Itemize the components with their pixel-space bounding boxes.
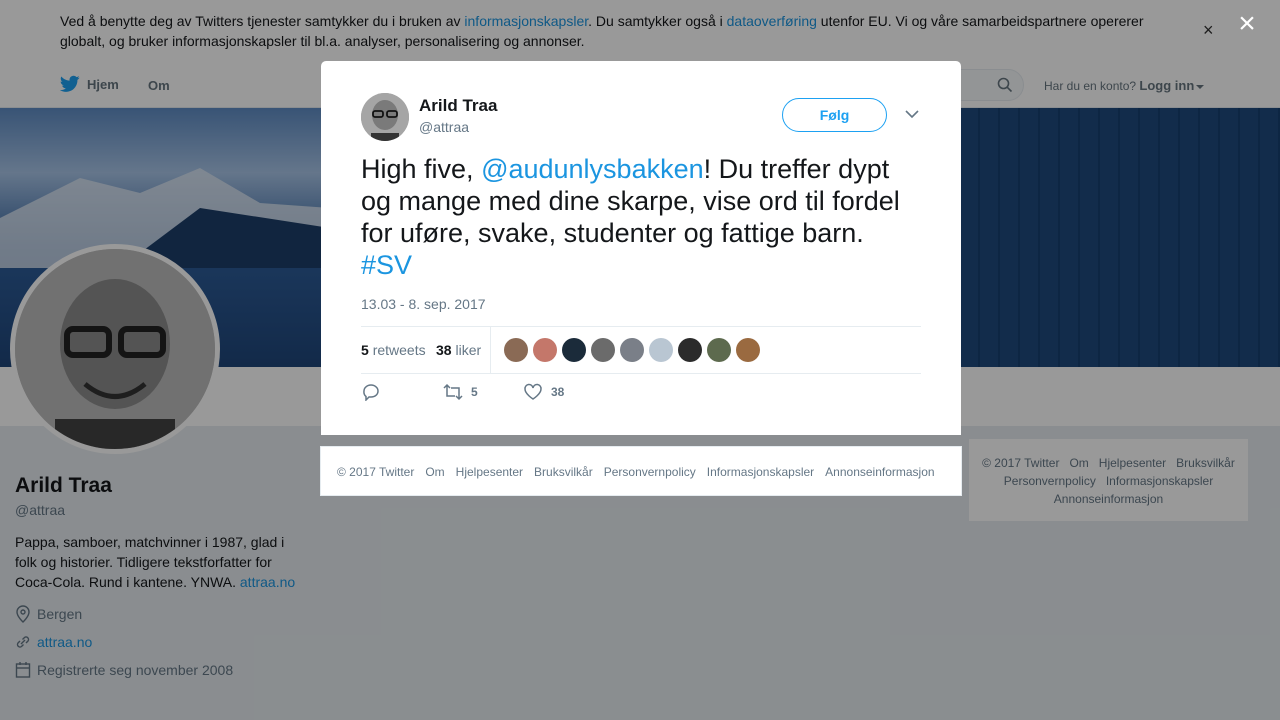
liker-avatar[interactable] — [504, 338, 528, 362]
hashtag-link[interactable]: #SV — [361, 250, 412, 280]
tweet-timestamp[interactable]: 13.03 - 8. sep. 2017 — [361, 296, 486, 312]
liker-avatar[interactable] — [678, 338, 702, 362]
tweet-author-avatar[interactable] — [361, 93, 409, 141]
reply-button[interactable] — [361, 383, 389, 401]
heart-icon — [524, 383, 542, 400]
follow-button[interactable]: Følg — [782, 98, 887, 132]
footer-link-om[interactable]: Om — [425, 465, 444, 479]
footer-link-terms[interactable]: Bruksvilkår — [534, 465, 593, 479]
tweet-text-part: High five, — [361, 154, 482, 184]
footer-link-privacy[interactable]: Personvernpolicy — [604, 465, 696, 479]
liker-avatar[interactable] — [736, 338, 760, 362]
liker-avatars — [504, 338, 765, 362]
liker-avatar[interactable] — [591, 338, 615, 362]
footer-link-help[interactable]: Hjelpesenter — [456, 465, 523, 479]
chevron-down-icon[interactable] — [905, 109, 919, 119]
modal-footer: © 2017 Twitter Om Hjelpesenter Bruksvilkår P… — [320, 446, 962, 496]
retweet-button[interactable]: 5 — [443, 383, 478, 401]
close-icon[interactable]: × — [1234, 9, 1260, 39]
likes-label: liker — [455, 342, 482, 358]
retweet-icon — [443, 383, 463, 401]
footer-link-ads[interactable]: Annonseinformasjon — [825, 465, 934, 479]
retweets-label: retweets — [372, 342, 426, 358]
liker-avatar[interactable] — [707, 338, 731, 362]
likes-stat[interactable]: 38 liker — [436, 342, 481, 358]
liker-avatar[interactable] — [649, 338, 673, 362]
author-portrait — [361, 93, 409, 141]
like-button[interactable]: 38 — [523, 383, 564, 401]
liker-avatar[interactable] — [562, 338, 586, 362]
footer-link-cookies[interactable]: Informasjonskapsler — [707, 465, 814, 479]
retweets-stat[interactable]: 5 retweets — [361, 342, 426, 358]
liker-avatar[interactable] — [533, 338, 557, 362]
mention-link[interactable]: @audunlysbakken — [481, 154, 704, 184]
likes-count: 38 — [436, 342, 452, 358]
tweet-actions: 5 38 — [361, 383, 921, 407]
liker-avatar[interactable] — [620, 338, 644, 362]
tweet-stats: 5 retweets 38 liker — [361, 326, 921, 374]
tweet-text: High five, @audunlysbakken! Du treffer d… — [361, 153, 921, 281]
like-count: 38 — [551, 385, 565, 399]
tweet-modal: Arild Traa @attraa Følg High five, @audu… — [321, 61, 961, 435]
footer-copyright: © 2017 Twitter — [337, 465, 415, 479]
tweet-author-handle[interactable]: @attraa — [419, 119, 469, 135]
retweets-count: 5 — [361, 342, 369, 358]
tweet-author-name[interactable]: Arild Traa — [419, 96, 497, 116]
stats-counts: 5 retweets 38 liker — [361, 327, 491, 373]
reply-icon — [363, 384, 379, 401]
retweet-count: 5 — [471, 385, 478, 399]
